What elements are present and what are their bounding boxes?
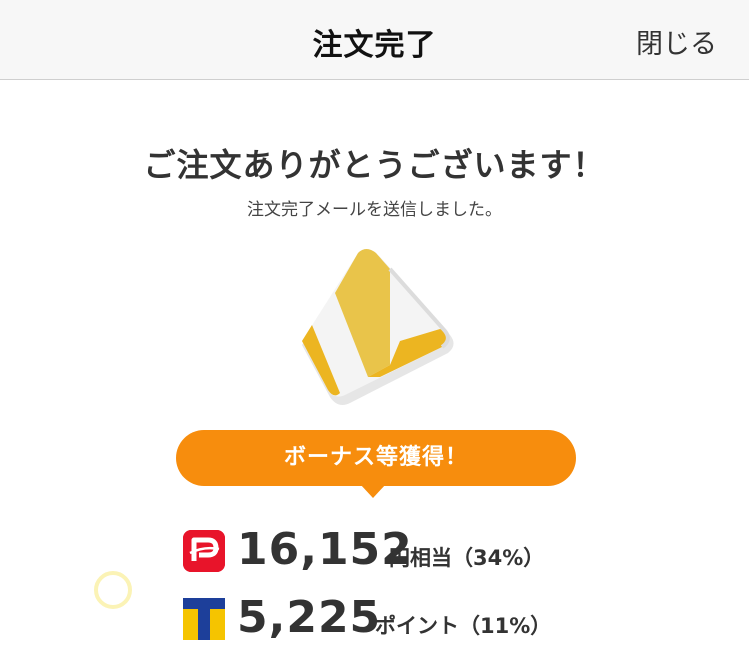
email-sent-message: 注文完了メールを送信しました。 — [247, 200, 502, 220]
close-button[interactable]: 閉じる — [636, 22, 717, 61]
tpoint-unit-label: ポイント（11%） — [375, 614, 552, 638]
loading-indicator — [94, 571, 132, 609]
paypay-unit-label: 円相当（34%） — [389, 546, 545, 570]
t-point-logo-icon — [183, 598, 225, 640]
bonus-banner: ボーナス等獲得！ — [176, 430, 576, 486]
thank-you-heading: ご注文ありがとうございます！ — [143, 146, 606, 184]
paypay-amount: 16,152 — [237, 524, 413, 575]
tpoint-amount: 5,225 — [237, 592, 382, 643]
party-cracker-icon — [302, 249, 454, 405]
bonus-banner-pointer — [360, 484, 386, 498]
paypay-logo-icon — [183, 530, 225, 572]
navigation-bar: 注文完了 閉じる — [0, 0, 749, 80]
